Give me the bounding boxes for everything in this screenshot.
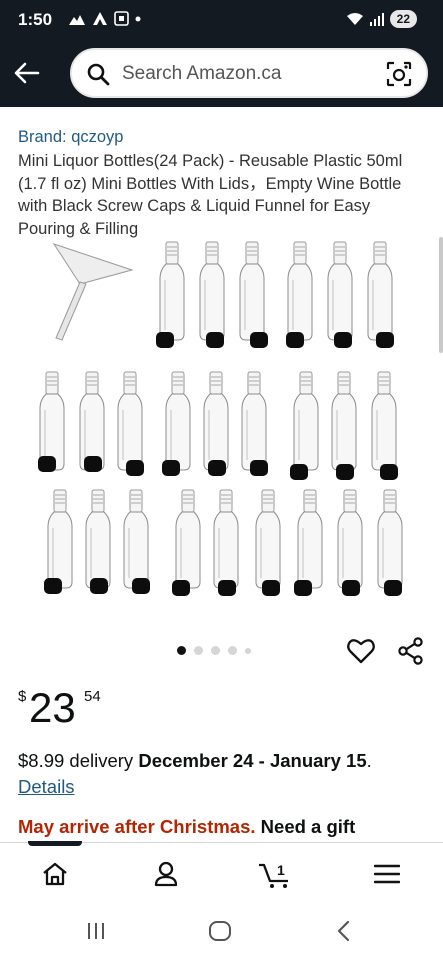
home-system-button[interactable] bbox=[208, 920, 232, 947]
cart-icon: 1 bbox=[259, 862, 288, 888]
search-input[interactable]: Search Amazon.ca bbox=[70, 48, 428, 98]
delivery-suffix: . bbox=[366, 750, 372, 771]
back-system-button[interactable] bbox=[335, 920, 353, 947]
recents-button[interactable] bbox=[85, 920, 107, 947]
nav-cart[interactable]: 1 bbox=[256, 857, 296, 891]
home-system-icon bbox=[209, 921, 231, 941]
gift-question: Need a gift bbox=[255, 816, 356, 837]
search-icon bbox=[87, 63, 110, 86]
heart-icon bbox=[347, 639, 375, 664]
brand-link[interactable]: Brand: qczoyp bbox=[18, 128, 123, 147]
account-icon bbox=[154, 861, 178, 887]
christmas-warning: May arrive after Christmas. bbox=[18, 816, 256, 837]
nav-menu[interactable] bbox=[367, 857, 407, 891]
details-link[interactable]: Details bbox=[18, 776, 75, 798]
cart-count: 1 bbox=[277, 862, 285, 878]
back-arrow-icon bbox=[14, 62, 40, 84]
delivery-info: $8.99 delivery December 24 - January 15. bbox=[18, 750, 372, 772]
delivery-cost: $8.99 delivery bbox=[18, 750, 139, 771]
delivery-dates: December 24 - January 15 bbox=[138, 750, 367, 771]
pager-dot-1[interactable] bbox=[177, 646, 186, 655]
bottom-nav: 1 bbox=[0, 841, 443, 902]
product-title: Mini Liquor Bottles(24 Pack) - Reusable … bbox=[18, 152, 403, 238]
wifi-icon bbox=[346, 13, 363, 25]
signal-icon bbox=[369, 12, 384, 26]
bottle-row-2 bbox=[38, 371, 398, 480]
back-system-icon bbox=[337, 920, 350, 942]
gift-notice: May arrive after Christmas. Need a gift bbox=[18, 816, 355, 838]
system-nav bbox=[0, 902, 443, 960]
pager-dot-4[interactable] bbox=[228, 646, 237, 655]
mountain-icon bbox=[69, 14, 85, 25]
dot-icon bbox=[135, 16, 141, 21]
price-whole: 23 bbox=[29, 684, 76, 731]
screenshot-icon bbox=[114, 11, 129, 26]
status-time: 1:50 bbox=[18, 10, 53, 29]
bottle-row-1 bbox=[156, 241, 394, 348]
product-image[interactable] bbox=[28, 238, 420, 610]
notification-icons bbox=[68, 11, 141, 26]
scroll-indicator bbox=[439, 237, 443, 353]
search-header: Search Amazon.ca bbox=[0, 40, 443, 107]
search-placeholder: Search Amazon.ca bbox=[122, 63, 282, 84]
nav-active-indicator bbox=[28, 841, 82, 846]
nav-account[interactable] bbox=[146, 857, 186, 891]
nav-home[interactable] bbox=[35, 857, 75, 891]
camera-search-icon[interactable] bbox=[386, 61, 412, 87]
battery-indicator: 22 bbox=[389, 10, 417, 28]
price-currency: $ bbox=[18, 688, 27, 705]
pager-dot-2[interactable] bbox=[194, 646, 203, 655]
wishlist-button[interactable] bbox=[347, 638, 375, 669]
status-bar: 1:50 22 bbox=[0, 0, 443, 40]
share-button[interactable] bbox=[397, 637, 425, 670]
bottle-row-3 bbox=[44, 489, 403, 596]
home-icon bbox=[43, 862, 67, 886]
status-right: 22 bbox=[346, 10, 417, 28]
back-button[interactable] bbox=[10, 56, 44, 90]
image-pager[interactable] bbox=[177, 646, 251, 655]
funnel bbox=[52, 243, 134, 341]
a-icon bbox=[93, 12, 107, 25]
pager-dot-3[interactable] bbox=[211, 646, 220, 655]
recents-icon bbox=[88, 923, 104, 939]
price-fraction: 54 bbox=[84, 688, 101, 705]
product-image-drawing bbox=[38, 241, 403, 596]
menu-icon bbox=[374, 864, 400, 884]
share-icon bbox=[398, 637, 423, 665]
pager-dot-5[interactable] bbox=[245, 647, 251, 654]
